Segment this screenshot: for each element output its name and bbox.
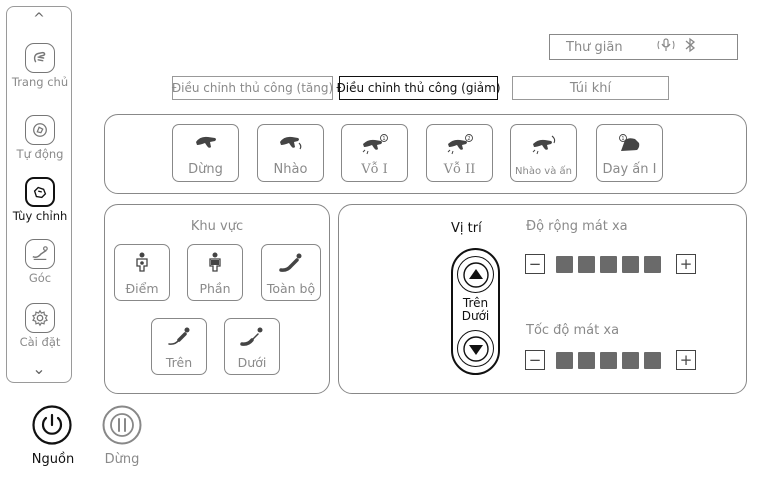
mode-label: Vỗ II	[443, 162, 476, 177]
width-level-bar	[546, 256, 670, 273]
width-level-segment	[577, 256, 595, 273]
gear-icon	[25, 303, 55, 333]
position-up-button[interactable]	[457, 256, 494, 293]
area-point-button[interactable]: Điểm	[114, 244, 170, 301]
pause-button[interactable]	[102, 405, 142, 445]
mode-stop-button[interactable]: Dừng	[172, 124, 239, 182]
hand-press-1-icon: 1	[618, 134, 639, 151]
sidebar-item-label: Góc	[28, 271, 52, 285]
position-down-label: Dưới	[461, 309, 490, 323]
width-title: Độ rộng mát xa	[526, 219, 628, 234]
mode-status: Thư giãn	[566, 39, 623, 55]
scroll-down-icon[interactable]: ⌄	[7, 359, 71, 378]
width-level-segment	[555, 256, 573, 273]
recline-angle-icon	[25, 239, 55, 269]
width-level-segment	[621, 256, 639, 273]
sidebar-item-auto[interactable]: Tự động	[7, 115, 73, 161]
width-plus-button[interactable]: +	[676, 254, 696, 274]
area-part-button[interactable]: Phần	[187, 244, 243, 301]
area-upper-button[interactable]: Trên	[151, 318, 207, 375]
svg-text:1: 1	[382, 136, 385, 142]
sidebar-item-label: Tự động	[16, 147, 64, 161]
speed-level-bar	[546, 352, 670, 369]
position-down-button[interactable]	[457, 330, 494, 367]
hand-stop-icon	[195, 136, 216, 148]
mode-press-1-button[interactable]: 1 Day ấn I	[596, 124, 663, 182]
bluetooth-icon	[683, 37, 697, 57]
sidebar: ^ Trang chủ Tự động Tùy chỉnh Góc Cài đặ…	[6, 6, 72, 383]
recline-lower-icon	[240, 327, 263, 346]
sidebar-item-label: Trang chủ	[11, 75, 69, 89]
tab-manual-decrease[interactable]: Điều chỉnh thủ công (giảm)	[336, 76, 501, 100]
hand-knead-icon	[279, 136, 301, 150]
area-label: Điểm	[125, 281, 159, 296]
speed-plus-button[interactable]: +	[676, 350, 696, 370]
area-title: Khu vực	[190, 219, 244, 234]
position-labels: Trên Dưới	[451, 297, 500, 323]
sidebar-item-settings[interactable]: Cài đặt	[7, 303, 73, 349]
recline-full-icon	[279, 253, 302, 272]
power-icon	[32, 405, 72, 445]
voice-icon	[657, 38, 675, 56]
mode-tap-1-button[interactable]: 1 Vỗ I	[341, 124, 408, 182]
hand-knead-press-icon	[532, 135, 555, 155]
hand-custom-icon	[25, 177, 55, 207]
area-label: Phần	[199, 281, 231, 296]
speed-level-segment	[643, 352, 661, 369]
pause-label: Dừng	[104, 452, 140, 467]
mode-label: Day ấn I	[602, 162, 657, 177]
mode-label: Dừng	[188, 162, 223, 177]
sidebar-item-custom[interactable]: Tùy chỉnh	[7, 177, 73, 223]
hand-home-icon	[25, 43, 55, 73]
speed-level-segment	[555, 352, 573, 369]
mode-knead-button[interactable]: Nhào	[257, 124, 324, 182]
area-label: Trên	[165, 355, 193, 370]
sidebar-item-label: Cài đặt	[19, 335, 61, 349]
svg-text:1: 1	[621, 136, 624, 142]
area-lower-button[interactable]: Dưới	[224, 318, 280, 375]
hand-tap-1-icon: 1	[362, 134, 388, 155]
person-part-icon	[209, 252, 221, 272]
area-label: Dưới	[237, 355, 267, 370]
speed-level-segment	[599, 352, 617, 369]
speed-minus-button[interactable]: −	[525, 350, 545, 370]
recline-upper-icon	[168, 327, 190, 345]
mode-label: Nhào	[273, 162, 308, 177]
sidebar-item-label: Tùy chỉnh	[12, 209, 68, 223]
speed-level-segment	[621, 352, 639, 369]
sidebar-item-angle[interactable]: Góc	[7, 239, 73, 285]
svg-text:2: 2	[467, 136, 470, 142]
scroll-up-icon[interactable]: ^	[7, 11, 71, 27]
width-level-segment	[599, 256, 617, 273]
hand-tap-2-icon: 2	[447, 134, 473, 155]
status-bar: Thư giãn	[549, 34, 738, 60]
mode-label: Nhào và ấn	[515, 166, 572, 177]
width-level-segment	[643, 256, 661, 273]
speed-title: Tốc độ mát xa	[526, 323, 620, 338]
width-minus-button[interactable]: −	[525, 254, 545, 274]
pause-icon	[102, 405, 142, 445]
power-label: Nguồn	[31, 452, 75, 467]
mode-label: Vỗ I	[361, 162, 388, 177]
tab-manual-increase[interactable]: Điều chỉnh thủ công (tăng)	[172, 76, 333, 100]
hand-auto-icon	[25, 115, 55, 145]
power-button[interactable]	[32, 405, 72, 445]
sidebar-item-home[interactable]: Trang chủ	[7, 43, 73, 89]
triangle-up-icon	[462, 261, 489, 288]
mode-tap-2-button[interactable]: 2 Vỗ II	[426, 124, 493, 182]
triangle-down-icon	[462, 335, 489, 362]
position-title: Vị trí	[451, 221, 482, 236]
area-full-button[interactable]: Toàn bộ	[261, 244, 321, 301]
speed-level-segment	[577, 352, 595, 369]
person-point-icon	[136, 252, 148, 272]
mode-knead-press-button[interactable]: Nhào và ấn	[510, 124, 577, 182]
area-label: Toàn bộ	[266, 281, 316, 296]
tab-airbag[interactable]: Túi khí	[512, 76, 669, 100]
